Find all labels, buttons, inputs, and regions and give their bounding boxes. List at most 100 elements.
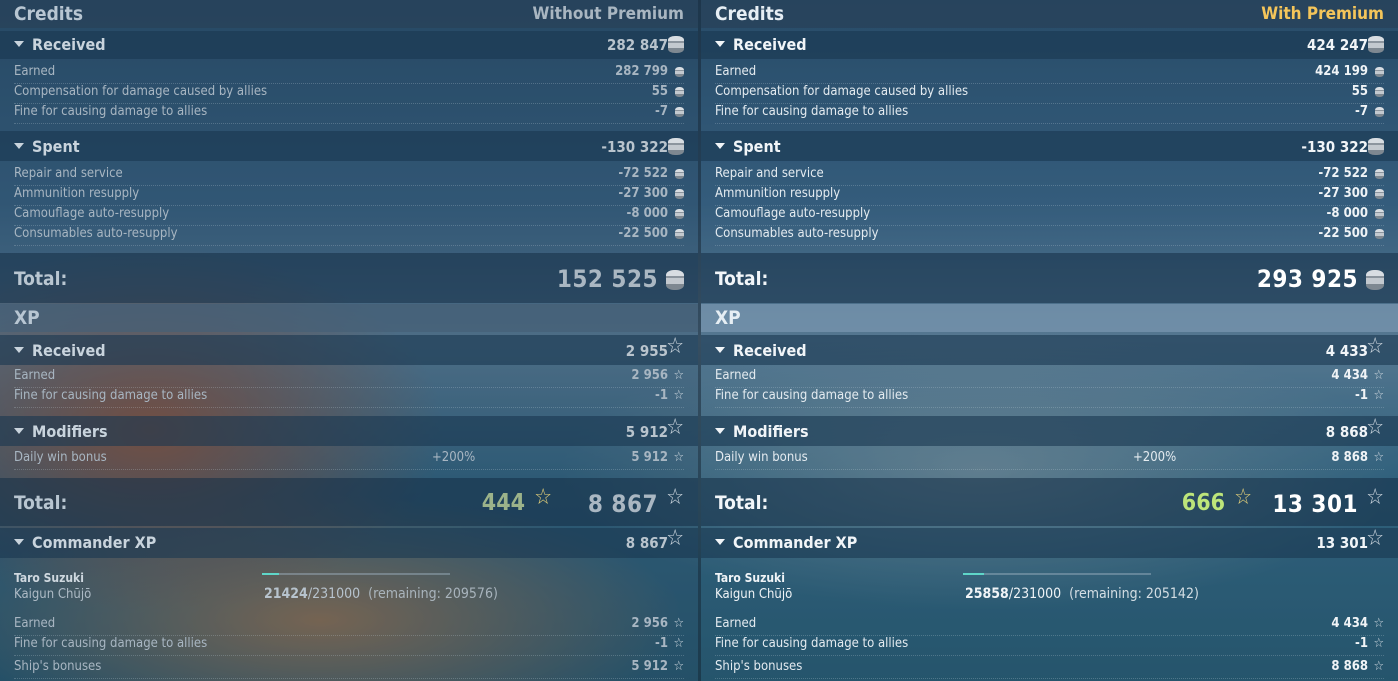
- row-label: Ammunition resupply: [715, 186, 841, 201]
- star-icon: ☆: [666, 485, 684, 510]
- list-item: Fine for causing damage to allies -1 ☆: [715, 635, 1384, 656]
- row-value: -27 300: [618, 186, 668, 201]
- collapse-arrow-icon: [14, 346, 24, 353]
- commander-xp-toggle[interactable]: Commander XP: [715, 533, 857, 552]
- credits-spent-value: -130 322: [601, 138, 668, 156]
- list-item: Consumables auto-resupply -22 500: [715, 225, 1384, 246]
- row-label: Fine for causing damage to allies: [14, 104, 208, 119]
- list-item: Ammunition resupply -27 300: [14, 185, 684, 206]
- list-item: Camouflage auto-resupply -8 000: [715, 205, 1384, 226]
- xp-received-section[interactable]: Received 4 433 ☆: [701, 335, 1398, 365]
- commander-name: Taro Suzuki: [14, 571, 84, 585]
- xp-total-row: Total: 444 ☆ 8 867 ☆: [0, 478, 698, 526]
- credits-spent-section[interactable]: Spent -130 322: [701, 131, 1398, 161]
- row-value: 55: [651, 84, 668, 99]
- row-value: 5 912: [631, 450, 668, 465]
- modifiers-toggle[interactable]: Modifiers: [14, 422, 108, 441]
- modifiers-toggle[interactable]: Modifiers: [715, 422, 809, 441]
- commander-xp-toggle[interactable]: Commander XP: [14, 533, 156, 552]
- star-icon: ☆: [1366, 334, 1384, 359]
- collapse-arrow-icon: [14, 538, 24, 545]
- row-label: Fine for causing damage to allies: [715, 388, 909, 403]
- credits-received-section[interactable]: Received 282 847: [0, 31, 698, 59]
- credits-received-section[interactable]: Received 424 247: [701, 31, 1398, 59]
- commander-xp-section[interactable]: Commander XP 8 867 ☆: [0, 528, 698, 558]
- commander-progress-bar: [262, 573, 450, 575]
- list-item: Fine for causing damage to allies -1 ☆: [715, 387, 1384, 408]
- credits-coin-icon: [675, 169, 684, 179]
- credits-received-toggle[interactable]: Received: [715, 35, 807, 54]
- star-icon: ☆: [1373, 636, 1385, 651]
- section-label: Modifiers: [733, 422, 809, 441]
- list-item: Earned 282 799: [14, 63, 684, 84]
- row-label: Earned: [14, 368, 56, 383]
- row-label: Repair and service: [715, 166, 824, 181]
- section-label: Received: [32, 35, 106, 54]
- credits-coin-icon: [1375, 87, 1384, 97]
- section-label: Modifiers: [32, 422, 108, 441]
- row-value: -1: [655, 636, 668, 651]
- credits-coin-icon: [1375, 229, 1384, 239]
- list-item: Consumables auto-resupply -22 500: [14, 225, 684, 246]
- credits-coin-icon: [1366, 270, 1384, 290]
- modifier-percent: +200%: [432, 450, 476, 465]
- credits-coin-icon: [668, 36, 684, 53]
- commander-xp-value: 13 301: [1316, 534, 1368, 552]
- star-icon: ☆: [1366, 526, 1384, 551]
- row-label: Earned: [14, 616, 56, 631]
- credits-spent-section[interactable]: Spent -130 322: [0, 131, 698, 161]
- modifiers-value: 8 868: [1325, 423, 1368, 441]
- modifiers-section[interactable]: Modifiers 5 912 ☆: [0, 416, 698, 446]
- credits-coin-icon: [666, 270, 684, 290]
- collapse-arrow-icon: [715, 40, 725, 47]
- credits-coin-icon: [1375, 169, 1384, 179]
- list-item: Repair and service -72 522: [715, 165, 1384, 186]
- credits-received-toggle[interactable]: Received: [14, 35, 106, 54]
- credits-coin-icon: [675, 67, 684, 77]
- credits-header: Credits Without Premium: [0, 0, 698, 28]
- collapse-arrow-icon: [14, 40, 24, 47]
- free-xp-star-icon: ☆: [534, 485, 552, 510]
- row-value: -1: [1355, 388, 1368, 403]
- xp-title: XP: [14, 307, 40, 329]
- xp-received-toggle[interactable]: Received: [715, 341, 807, 360]
- credits-received-value: 282 847: [606, 36, 668, 54]
- credits-title: Credits: [715, 3, 785, 25]
- list-item: Earned 4 434 ☆: [715, 367, 1384, 388]
- section-label: Received: [733, 341, 807, 360]
- list-item: Earned 4 434 ☆: [715, 615, 1384, 636]
- list-item: Fine for causing damage to allies -7: [14, 103, 684, 124]
- star-icon: ☆: [1366, 415, 1384, 440]
- list-item: Earned 2 956 ☆: [14, 367, 684, 388]
- xp-total-value: 13 301: [1272, 490, 1358, 518]
- credits-total-row: Total: 293 925: [701, 253, 1398, 303]
- row-label: Ammunition resupply: [14, 186, 140, 201]
- progress-remaining: (remaining: 205142): [1069, 586, 1199, 602]
- progress-remaining: (remaining: 209576): [368, 586, 498, 602]
- credits-coin-icon: [675, 107, 684, 117]
- xp-received-section[interactable]: Received 2 955 ☆: [0, 335, 698, 365]
- xp-header: XP: [0, 304, 698, 332]
- commander-rank: Kaigun Chūjō: [14, 587, 92, 602]
- list-item: Ammunition resupply -27 300: [715, 185, 1384, 206]
- row-label: Daily win bonus: [715, 450, 808, 465]
- credits-coin-icon: [1375, 67, 1384, 77]
- star-icon: ☆: [1373, 450, 1385, 465]
- free-xp-star-icon: ☆: [1234, 485, 1252, 510]
- row-value: 8 868: [1331, 450, 1368, 465]
- list-item: Fine for causing damage to allies -1 ☆: [14, 387, 684, 408]
- collapse-arrow-icon: [715, 538, 725, 545]
- xp-total-row: Total: 666 ☆ 13 301 ☆: [701, 478, 1398, 526]
- star-icon: ☆: [666, 334, 684, 359]
- credits-spent-toggle[interactable]: Spent: [715, 137, 781, 156]
- modifiers-section[interactable]: Modifiers 8 868 ☆: [701, 416, 1398, 446]
- credits-total-label: Total:: [715, 268, 769, 290]
- credits-spent-toggle[interactable]: Spent: [14, 137, 80, 156]
- list-item: Repair and service -72 522: [14, 165, 684, 186]
- xp-received-toggle[interactable]: Received: [14, 341, 106, 360]
- row-value: -22 500: [1318, 226, 1368, 241]
- list-item: Fine for causing damage to allies -7: [715, 103, 1384, 124]
- star-icon: ☆: [1373, 368, 1385, 383]
- row-value: 282 799: [615, 64, 668, 79]
- commander-xp-section[interactable]: Commander XP 13 301 ☆: [701, 528, 1398, 558]
